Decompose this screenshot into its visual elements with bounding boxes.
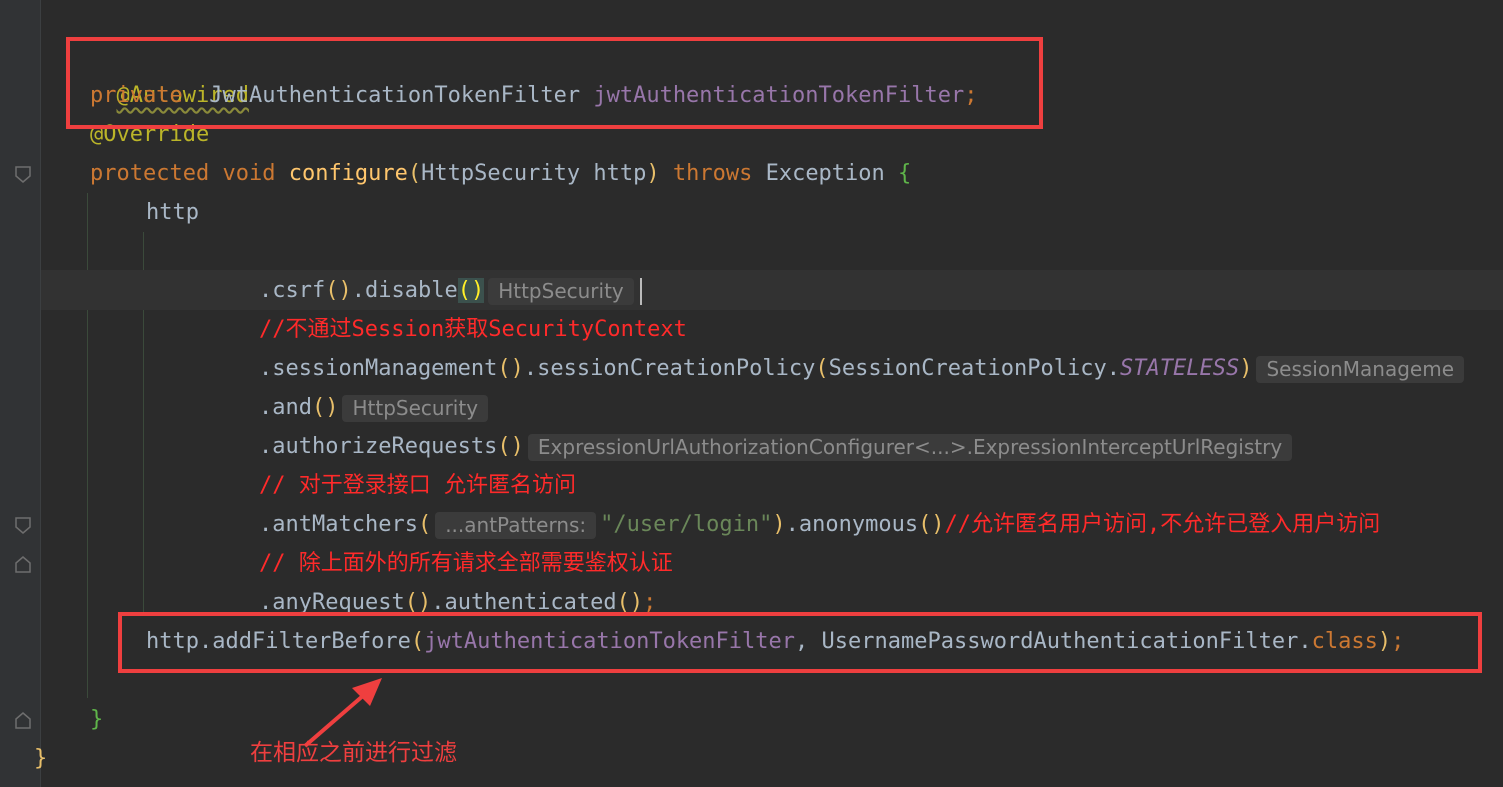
code-line-close-method[interactable]: } <box>90 700 103 739</box>
code-line-comment-login[interactable]: // 对于登录接口 允许匿名访问 <box>259 466 576 505</box>
paren: () <box>497 434 524 459</box>
configure-method-name: configure <box>288 161 408 186</box>
close-brace: } <box>90 707 104 732</box>
ant-matchers-call: .antMatchers <box>259 512 418 537</box>
protected-keyword: protected <box>90 161 210 186</box>
paren: () <box>325 278 352 303</box>
session-management-call: .sessionManagement <box>259 356 498 381</box>
paren: ) <box>1239 356 1253 381</box>
csrf-call: .csrf <box>259 278 326 303</box>
annotation-label: 在相应之前进行过滤 <box>250 740 457 766</box>
comment-text: //允许匿名用户访问,不允许已登入用户访问 <box>944 512 1381 537</box>
void-keyword: void <box>222 161 276 186</box>
highlight-box-field <box>66 37 1043 129</box>
gutter-divider <box>40 0 41 787</box>
matched-paren: () <box>457 278 485 303</box>
and-call: .and <box>259 395 312 420</box>
paren: ( <box>407 161 422 186</box>
method-params: HttpSecurity http <box>421 161 647 186</box>
comment-text: // 对于登录接口 允许匿名访问 <box>259 473 576 498</box>
code-line-http[interactable]: http <box>146 193 199 232</box>
disable-call: .disable <box>351 278 458 303</box>
code-line-comment-auth[interactable]: // 除上面外的所有请求全部需要鉴权认证 <box>259 544 673 583</box>
paren: ( <box>417 512 432 537</box>
code-line-and[interactable]: .and() HttpSecurity <box>259 388 492 427</box>
fold-end-icon[interactable] <box>15 554 31 573</box>
throws-keyword: throws <box>672 161 753 186</box>
fold-icon[interactable] <box>15 165 31 183</box>
login-path-string: "/user/login" <box>600 512 773 537</box>
code-line-comment-session[interactable]: //不通过Session获取SecurityContext <box>259 310 687 349</box>
close-brace: } <box>34 746 48 771</box>
paren: () <box>497 356 524 381</box>
stateless-constant: STATELESS <box>1119 356 1240 381</box>
paren: () <box>311 395 339 420</box>
fold-end-icon[interactable] <box>15 710 31 729</box>
code-line-csrf[interactable]: .csrf().disable() HttpSecurity <box>259 271 642 310</box>
editor-gutter <box>0 0 40 787</box>
paren: ) <box>772 512 786 537</box>
type-hint: ExpressionUrlAuthorizationConfigurer<...… <box>527 433 1293 461</box>
paren: () <box>918 512 945 537</box>
code-line-ant-matchers[interactable]: .antMatchers(...antPatterns: "/user/login… <box>259 505 1380 544</box>
fold-icon[interactable] <box>15 516 31 534</box>
type-hint: SessionManageme <box>1256 355 1464 383</box>
code-line-authorize-requests[interactable]: .authorizeRequests() ExpressionUrlAuthori… <box>259 427 1296 466</box>
enum-class: SessionCreationPolicy. <box>828 356 1120 381</box>
paren: ) <box>646 161 660 186</box>
paren: ( <box>815 356 829 381</box>
open-brace: { <box>898 161 912 186</box>
comment-text: // 除上面外的所有请求全部需要鉴权认证 <box>259 551 673 576</box>
comment-text: //不通过Session获取SecurityContext <box>259 317 687 342</box>
text-caret <box>639 277 642 305</box>
param-hint: ...antPatterns: <box>435 511 597 539</box>
code-line-method-signature[interactable]: protected void configure(HttpSecurity ht… <box>90 154 911 193</box>
http-variable: http <box>146 200 199 225</box>
authorize-requests-call: .authorizeRequests <box>259 434 498 459</box>
highlight-box-add-filter <box>118 612 1482 673</box>
session-creation-policy-call: .sessionCreationPolicy <box>523 356 816 381</box>
code-line-close-class[interactable]: } <box>34 739 47 778</box>
exception-type: Exception <box>765 161 885 186</box>
type-hint: HttpSecurity <box>488 277 634 305</box>
code-line-session-management[interactable]: .sessionManagement().sessionCreationPoli… <box>259 349 1468 388</box>
indent-guide <box>87 193 88 698</box>
anonymous-call: .anonymous <box>785 512 919 537</box>
type-hint: HttpSecurity <box>342 394 489 422</box>
